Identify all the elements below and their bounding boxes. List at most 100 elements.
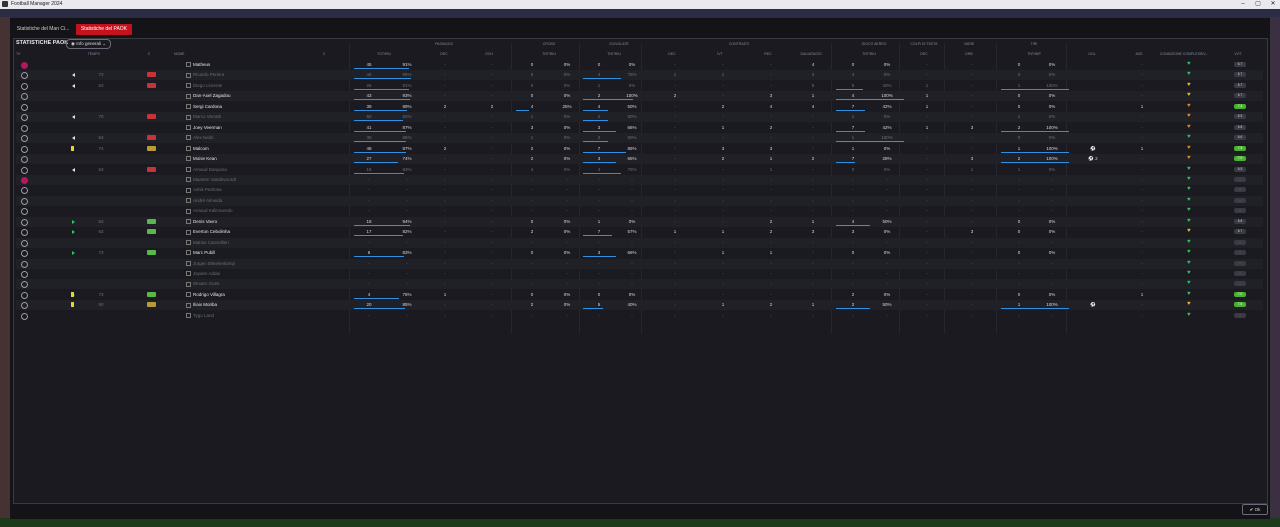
stat-crec: - bbox=[770, 135, 772, 141]
player-name[interactable]: Everton Cebolinha bbox=[186, 227, 230, 237]
table-row[interactable]: 74 Malcom 48 87% 2-2 0% 7 85% -3 3-1 0% - -1 100% ⚽ 1 ♥ 7… bbox=[16, 144, 1263, 154]
table-row[interactable]: Wouter Goes - - - - - - - - - - - - - - - - - - - ♥ - bbox=[16, 279, 1263, 290]
tab-paok-stats[interactable]: Statistiche del PAOK bbox=[76, 24, 132, 35]
col-tv[interactable]: TV bbox=[16, 52, 20, 56]
player-name[interactable]: Matheus bbox=[186, 60, 210, 70]
table-row[interactable]: Joey Veerman 41 87% - -3 0% 3 66% -1 2-7 42% 1 3 2 100… bbox=[16, 123, 1263, 133]
table-row[interactable]: 50 Iliaix Moriba 20 85% - -2 0% 5 40% -1 2 1 2 50% - -1… bbox=[16, 300, 1263, 311]
col-pass-tot[interactable]: TOT/RIU bbox=[369, 52, 399, 56]
stat-sciv: - bbox=[598, 271, 600, 276]
player-name[interactable]: Diego Llorente bbox=[186, 81, 222, 91]
col-aereo-tot[interactable]: TNT/RIU bbox=[854, 52, 884, 56]
player-name[interactable]: Arnaud Kalimuendo bbox=[186, 206, 233, 216]
table-row[interactable]: 63 Everton Cebolinha 17 82% - -2 0% 7 57% 1 1 2 3 3 0%… bbox=[16, 227, 1263, 237]
condition-heart-icon: ♥ bbox=[1187, 207, 1191, 214]
table-row[interactable]: 73 Ricardo Pereira 45 95% - -0 0% 4 75% 1 1-3 4 0% - -… bbox=[16, 70, 1263, 81]
player-name[interactable]: Arnaud Danjuma bbox=[186, 165, 227, 175]
table-row[interactable]: 73 Rodrigo Villagra 4 75% 1-0 0% 0 0% - - - -2 0% - -0… bbox=[16, 290, 1263, 300]
player-name[interactable]: Tygo Land bbox=[186, 311, 214, 321]
stat-tiri-pct: - bbox=[1051, 187, 1053, 193]
col-cross-tot[interactable]: TNT/RIU bbox=[534, 52, 564, 56]
table-row[interactable]: Moise Kean 27 74% - -2 0% 3 66% -2 1 2 7 28% -3 2 100% ⚽… bbox=[16, 154, 1263, 165]
col-contr-rec[interactable]: REC bbox=[758, 52, 778, 56]
stat-drb: - bbox=[971, 103, 973, 109]
player-name[interactable]: Rodrigo Villagra bbox=[186, 290, 225, 300]
table-row[interactable]: 63 Alex Iwobi 30 86% - -1 0% 2 50% - - - -1 100% - -0 0%… bbox=[16, 133, 1263, 144]
player-name[interactable]: Alex Iwobi bbox=[186, 133, 214, 143]
player-name[interactable]: André Almeida bbox=[186, 196, 222, 206]
minimize-button[interactable]: – bbox=[1236, 0, 1250, 9]
table-row[interactable]: Jayden Addai - - - - - - - - - - - - - - - - - - - ♥ - bbox=[16, 269, 1263, 279]
table-row[interactable]: Arnaud Kalimuendo - - - - - - - - - - - - - - - - - - - ♥ - bbox=[16, 206, 1263, 216]
table-row[interactable]: 70 Marco Verratti 50 82% - -1 0% 2 50% - - - -1 0% - -1… bbox=[16, 112, 1263, 123]
table-row[interactable]: Tygo Land - - - - - - - - - - - - - - - - - - - ♥ - bbox=[16, 311, 1263, 321]
player-name[interactable]: Iliaix Moriba bbox=[186, 300, 217, 310]
player-name[interactable]: Malcom bbox=[186, 144, 209, 154]
col-sciv-tot[interactable]: TNT/RIU bbox=[599, 52, 629, 56]
player-name[interactable]: Jurgen Ekkelenkamp bbox=[186, 259, 235, 269]
stat-ass: - bbox=[1141, 312, 1143, 318]
player-name[interactable]: Adrià Pedrosa bbox=[186, 185, 222, 195]
stat-tdec: - bbox=[926, 239, 928, 245]
player-name[interactable]: Denis Vavro bbox=[186, 217, 217, 227]
stat-csal: 4 bbox=[811, 103, 815, 109]
tab-man-city-stats[interactable]: Statistiche del Man Ci... bbox=[14, 24, 72, 35]
col-c1[interactable]: C bbox=[144, 52, 154, 56]
table-row[interactable]: Matías Cancellieri - - - - - - - - - - - - - - - - - - - ♥ - bbox=[16, 237, 1263, 248]
table-row[interactable]: André Almeida - - - - - - - - - - - - - - - - - - - ♥ - bbox=[16, 195, 1263, 206]
stat-dec: - bbox=[444, 82, 446, 88]
table-row[interactable]: Sergi Cardona 39 89% 2 2 4 25% 4 50% -2 4 4 7 42% 1-0 0… bbox=[16, 102, 1263, 112]
table-row[interactable]: 73 Marc Pubill 6 83% - -0 0% 3 66% -1 1-0 0% - -0 0% - ♥… bbox=[16, 248, 1263, 258]
success-rate-bar bbox=[583, 235, 612, 237]
shirt-icon bbox=[186, 166, 191, 172]
player-name[interactable]: Wouter Goes bbox=[186, 279, 219, 289]
table-row[interactable]: Adrià Pedrosa - - - - - - - - - - - - - - - - - - - ♥ - bbox=[16, 185, 1263, 195]
table-row[interactable]: 63 Denis Vavro 18 94% - -0 0% 1 0% - -2 1 4 50% - -0 0% -… bbox=[16, 216, 1263, 227]
goalkeeper-badge-icon bbox=[21, 176, 28, 184]
player-name[interactable]: Marco Verratti bbox=[186, 112, 221, 122]
col-gol[interactable]: GOL bbox=[1082, 52, 1102, 56]
col-nome[interactable]: NOME bbox=[174, 52, 185, 56]
col-tempo[interactable]: TEMPO bbox=[84, 52, 104, 56]
match-rating: - bbox=[1234, 239, 1246, 245]
stat-sciv-pct: - bbox=[631, 312, 633, 318]
col-testa-dec[interactable]: DEC bbox=[914, 52, 934, 56]
ok-button[interactable]: ✔ Ok bbox=[1242, 504, 1268, 515]
table-row[interactable]: Jurgen Ekkelenkamp - - - - - - - - - - - - - - - - - - - ♥ - bbox=[16, 258, 1263, 269]
col-condizione[interactable]: CONDIZIONE COMPLESSIV... bbox=[1154, 52, 1214, 56]
col-contr-dec[interactable]: DEC bbox=[662, 52, 682, 56]
col-varie-drb[interactable]: DRB bbox=[959, 52, 979, 56]
stat-civt: - bbox=[722, 239, 724, 245]
player-name[interactable]: Ricardo Pereira bbox=[186, 70, 224, 80]
player-name[interactable]: Marc Pubill bbox=[186, 248, 215, 258]
maximize-button[interactable]: ▢ bbox=[1251, 0, 1265, 9]
col-pass-occ[interactable]: OCH bbox=[479, 52, 499, 56]
table-row[interactable]: 63 Arnaud Danjuma 18 83% - -4 0% 4 75% - -1-0 0% -1 1… bbox=[16, 165, 1263, 175]
player-name[interactable]: Moise Kean bbox=[186, 154, 217, 164]
player-name[interactable]: Jayden Addai bbox=[186, 269, 220, 279]
col-pass-dec[interactable]: DEC bbox=[434, 52, 454, 56]
player-name[interactable]: Maarten Vandevoordt bbox=[186, 175, 236, 185]
stat-gol bbox=[1082, 248, 1104, 258]
col-contr-ivt[interactable]: IVT bbox=[710, 52, 730, 56]
player-name[interactable]: Joey Veerman bbox=[186, 123, 222, 133]
player-name[interactable]: Dan-Axel Zagadou bbox=[186, 91, 231, 101]
player-name[interactable]: Matías Cancellieri bbox=[186, 238, 229, 248]
table-row[interactable]: 63 Diego Llorente 26 91% - -0 0% 1 0% - - -5 5 40% 1-1… bbox=[16, 81, 1263, 91]
stat-occ: - bbox=[491, 312, 493, 318]
table-row[interactable]: Matheus 45 91% - -0 0% 0 0% - - -4 0 0% - -0 0% - ♥ 6.7 bbox=[16, 60, 1263, 70]
col-contr-salv[interactable]: SALVATAGGI bbox=[796, 52, 826, 56]
col-voto[interactable]: VOT bbox=[1228, 52, 1248, 56]
col-ass[interactable]: ASS bbox=[1129, 52, 1149, 56]
table-row[interactable]: Maarten Vandevoordt - - - - - - - - - - - - - - - - - - - ♥ - bbox=[16, 174, 1263, 185]
player-name[interactable]: Sergi Cardona bbox=[186, 102, 222, 112]
info-dropdown-button[interactable]: ◉ Info generali ⌄ bbox=[66, 39, 111, 49]
table-row[interactable]: Dan-Axel Zagadou 43 93% - -0 0% 2 100% 2-3 1 4 100%… bbox=[16, 91, 1263, 102]
stat-tdec: - bbox=[926, 281, 928, 287]
stat-cdec: - bbox=[674, 271, 676, 276]
close-window-button[interactable]: ✕ bbox=[1266, 0, 1280, 9]
stat-cross-pct: 0% bbox=[563, 250, 571, 256]
col-c2[interactable]: C bbox=[319, 52, 329, 56]
col-tiri-tot[interactable]: TNT/INP bbox=[1019, 52, 1049, 56]
stat-sciv-pct: - bbox=[631, 176, 633, 182]
